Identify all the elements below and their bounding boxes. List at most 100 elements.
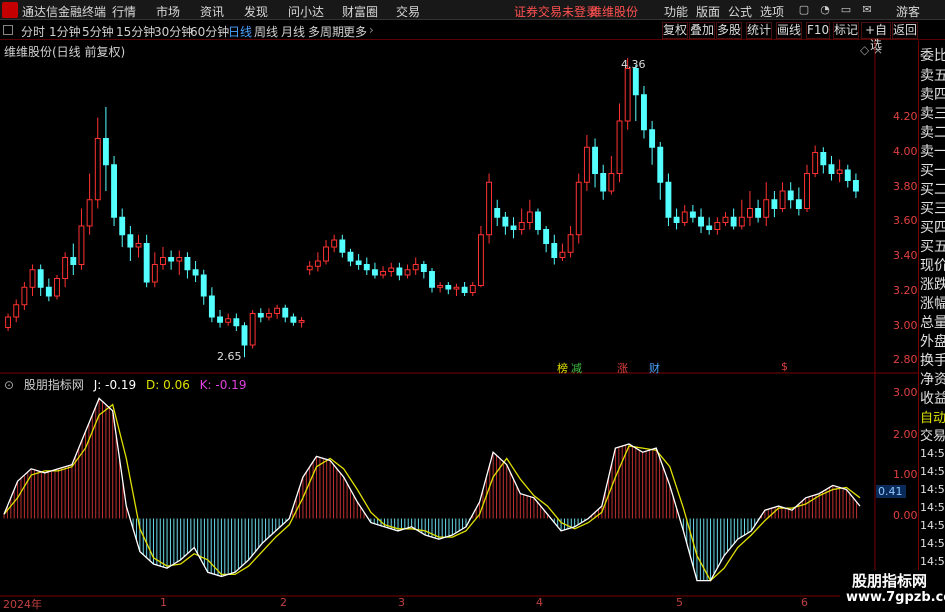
side-volume[interactable]: 总量 bbox=[920, 312, 945, 332]
period-15min[interactable]: 15分钟 bbox=[116, 23, 155, 40]
btn-fuquan[interactable]: 复权 bbox=[662, 22, 688, 39]
login-notice[interactable]: 证券交易未登录 bbox=[514, 3, 598, 20]
side-sell4[interactable]: 卖四 bbox=[920, 84, 945, 104]
btn-huaxian[interactable]: 画线 bbox=[776, 22, 802, 39]
candle-body bbox=[412, 264, 419, 271]
bell-icon[interactable]: ◔ bbox=[818, 3, 832, 17]
side-buy5[interactable]: 买五 bbox=[920, 236, 945, 256]
btn-duogu[interactable]: 多股 bbox=[716, 22, 742, 39]
menu-wenxiaoda[interactable]: 问小达 bbox=[288, 3, 324, 20]
candle-body bbox=[396, 267, 403, 276]
candle-body bbox=[127, 234, 134, 248]
candle-body bbox=[233, 318, 240, 327]
btn-f10[interactable]: F10 bbox=[806, 22, 830, 39]
candle-body bbox=[429, 271, 435, 288]
candle-body bbox=[192, 269, 199, 276]
candle-body bbox=[461, 286, 468, 293]
settings-icon[interactable]: ◇ × bbox=[860, 43, 883, 57]
side-buy2[interactable]: 买二 bbox=[920, 179, 945, 199]
candle-body bbox=[331, 239, 338, 248]
indicator-d: D: 0.06 bbox=[146, 378, 190, 392]
event-mark[interactable]: 减 bbox=[571, 360, 582, 376]
price-chart-area[interactable] bbox=[0, 41, 918, 609]
candle-body bbox=[135, 243, 142, 248]
x-label: 2024年 bbox=[3, 598, 42, 611]
menu-caifuquan[interactable]: 财富圈 bbox=[342, 3, 378, 20]
btn-add-watchlist[interactable]: +自选 bbox=[861, 22, 891, 52]
event-mark[interactable]: 涨 bbox=[617, 360, 628, 376]
period-multi[interactable]: 多周期 bbox=[308, 23, 344, 40]
candle-body bbox=[746, 208, 753, 218]
side-outer[interactable]: 外盘 bbox=[920, 331, 945, 351]
side-sell3[interactable]: 卖三 bbox=[920, 103, 945, 123]
side-turnover[interactable]: 换手 bbox=[920, 350, 945, 370]
chevron-right-icon[interactable]: › bbox=[369, 23, 374, 37]
restore-icon[interactable]: ▢ bbox=[797, 3, 811, 17]
menu-gongneng[interactable]: 功能 bbox=[664, 3, 688, 20]
guest-label[interactable]: 游客 bbox=[896, 3, 920, 20]
btn-biaoji[interactable]: 标记 bbox=[833, 22, 859, 39]
side-weibi[interactable]: 委比 bbox=[920, 45, 945, 65]
candle-body bbox=[37, 269, 44, 288]
menu-zixun[interactable]: 资讯 bbox=[200, 3, 224, 20]
candle-body bbox=[551, 243, 558, 258]
candle-body bbox=[632, 68, 639, 96]
side-buy3[interactable]: 买三 bbox=[920, 198, 945, 218]
side-change-pct[interactable]: 涨幅 bbox=[920, 293, 945, 313]
side-sell1[interactable]: 卖一 bbox=[920, 141, 945, 161]
candle-body bbox=[698, 216, 704, 227]
side-buy1[interactable]: 买一 bbox=[920, 160, 945, 180]
period-30min[interactable]: 30分钟 bbox=[154, 23, 193, 40]
event-mark[interactable]: $ bbox=[781, 360, 788, 373]
menu-hangqing[interactable]: 行情 bbox=[112, 3, 136, 20]
side-sell5[interactable]: 卖五 bbox=[920, 65, 945, 85]
indicator-settings-icon[interactable]: ⊙ bbox=[4, 378, 14, 392]
btn-tongji[interactable]: 统计 bbox=[746, 22, 772, 39]
side-trade[interactable]: 交易 bbox=[920, 425, 945, 444]
period-week[interactable]: 周线 bbox=[254, 23, 278, 40]
candle-body bbox=[208, 295, 215, 318]
menu-banmian[interactable]: 版面 bbox=[696, 3, 720, 20]
period-1min[interactable]: 1分钟 bbox=[49, 23, 81, 40]
candle-body bbox=[225, 318, 232, 323]
period-more[interactable]: 更多 bbox=[343, 23, 367, 40]
stock-name-header: 维维股份 bbox=[590, 5, 639, 19]
y-tick: 3.80 bbox=[893, 180, 918, 193]
period-fenshi[interactable]: 分时 bbox=[21, 23, 45, 40]
indicator-name[interactable]: 股朋指标网 bbox=[24, 378, 84, 392]
btn-fanhui[interactable]: 返回 bbox=[892, 22, 918, 39]
side-earnings[interactable]: 收益 bbox=[920, 388, 945, 408]
menu-shichang[interactable]: 市场 bbox=[156, 3, 180, 20]
side-price[interactable]: 现价 bbox=[920, 255, 945, 275]
menu-gongshi[interactable]: 公式 bbox=[728, 3, 752, 20]
ind-y-tick: 3.00 bbox=[893, 386, 918, 399]
menu-xuanxiang[interactable]: 选项 bbox=[760, 3, 784, 20]
mail-icon[interactable]: ✉ bbox=[860, 3, 874, 17]
candle-body bbox=[649, 129, 656, 148]
period-month[interactable]: 月线 bbox=[281, 23, 305, 40]
side-sell2[interactable]: 卖二 bbox=[920, 122, 945, 142]
event-mark[interactable]: 榜 bbox=[557, 360, 568, 376]
side-change[interactable]: 涨跌 bbox=[920, 274, 945, 294]
candle-body bbox=[102, 138, 109, 166]
candle-body bbox=[323, 246, 329, 262]
window-icon[interactable]: ▭ bbox=[839, 3, 853, 17]
candle-body bbox=[290, 316, 297, 323]
menu-faxian[interactable]: 发现 bbox=[244, 3, 268, 20]
side-net-assets[interactable]: 净资 bbox=[920, 369, 945, 389]
candle-body bbox=[94, 138, 101, 201]
btn-diejia[interactable]: 叠加 bbox=[689, 22, 715, 39]
event-mark[interactable]: 财 bbox=[649, 360, 660, 376]
candle-body bbox=[795, 199, 802, 209]
candle-body bbox=[559, 251, 566, 258]
indicator-line-d bbox=[3, 403, 861, 582]
layout-icon[interactable] bbox=[3, 25, 13, 35]
period-60min[interactable]: 60分钟 bbox=[190, 23, 229, 40]
side-auto[interactable]: 自动 bbox=[920, 407, 945, 426]
period-5min[interactable]: 5分钟 bbox=[82, 23, 114, 40]
side-buy4[interactable]: 买四 bbox=[920, 217, 945, 237]
period-day[interactable]: 日线 bbox=[228, 23, 252, 40]
candle-body bbox=[771, 199, 778, 209]
menu-jiaoyi[interactable]: 交易 bbox=[396, 3, 420, 20]
candle-body bbox=[453, 286, 460, 290]
